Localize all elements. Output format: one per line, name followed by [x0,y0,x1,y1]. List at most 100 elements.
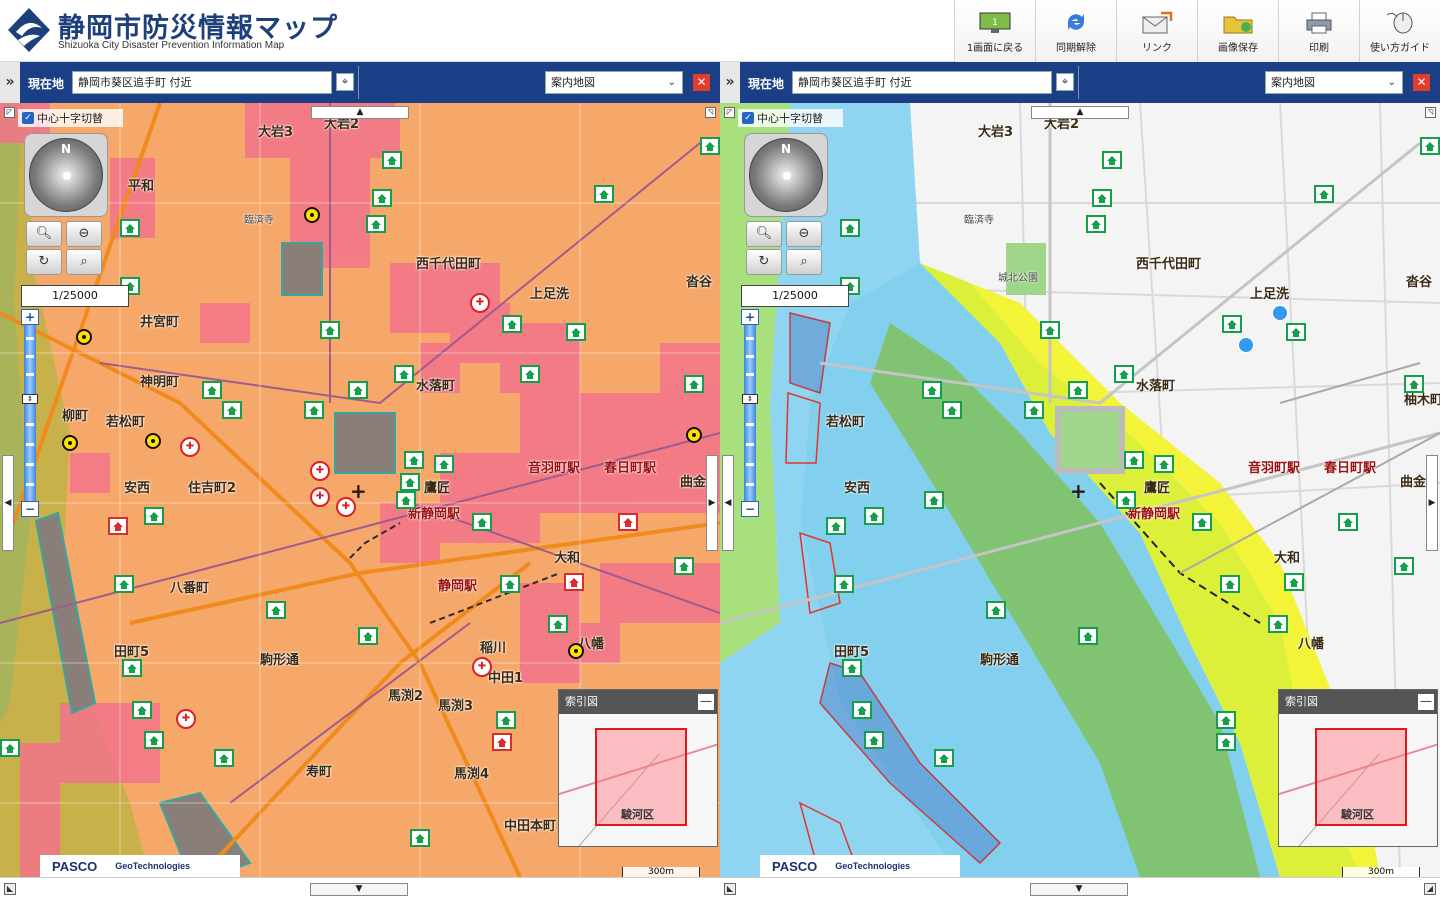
shelter-icon[interactable] [1024,401,1044,419]
sync-release-button[interactable]: 同期解除 [1035,0,1116,62]
shelter-icon[interactable] [382,151,402,169]
crosshair-toggle[interactable]: ✓ 中心十字切替 [18,109,123,127]
shelter-icon[interactable] [840,219,860,237]
index-map-panel[interactable]: 索引図 — 駿河区 [558,689,718,847]
shelter-icon[interactable] [1268,615,1288,633]
link-button[interactable]: リンク [1116,0,1197,62]
shelter-icon[interactable] [266,601,286,619]
index-map-body[interactable]: 駿河区 [559,714,717,846]
shelter-icon[interactable] [500,575,520,593]
shelter-icon[interactable] [684,375,704,393]
shelter-icon[interactable] [826,517,846,535]
corner-resize-icon[interactable]: ◢ [1424,883,1436,895]
shelter-icon[interactable] [1086,215,1106,233]
shelter-icon[interactable] [1222,315,1242,333]
close-pane-button[interactable]: ✕ [693,74,710,91]
left-panel-toggle[interactable]: » [0,62,20,103]
print-button[interactable]: 印刷 [1278,0,1359,62]
shelter-icon[interactable] [1068,381,1088,399]
shelter-icon[interactable] [594,185,614,203]
zoom-area-button[interactable]: ⌕ [786,249,822,275]
location-field[interactable]: 静岡市葵区追手町 付近 [72,71,332,94]
shelter-icon[interactable] [1404,375,1424,393]
shelter-icon[interactable] [1124,451,1144,469]
shelter-icon[interactable] [934,749,954,767]
left-map-canvas[interactable]: 大岩3 大岩2 平和 臨済寺 西千代田町 上足洗 井宮町 神明町 柳町 若松町 … [0,103,720,877]
shelter-icon[interactable] [674,557,694,575]
zoom-tick[interactable] [746,463,754,466]
medical-icon[interactable]: ✚ [180,437,200,457]
shelter-icon[interactable] [394,365,414,383]
crosshair-toggle[interactable]: ✓ 中心十字切替 [738,109,843,127]
shelter-icon[interactable] [842,659,862,677]
shelter-icon[interactable] [1092,189,1112,207]
compass-center-icon[interactable] [783,172,791,180]
water-supply-icon[interactable] [304,207,320,223]
shelter-icon[interactable] [0,739,20,757]
shelter-icon[interactable] [700,137,720,155]
compass-control[interactable]: N [744,133,828,217]
zoom-tick[interactable] [26,373,34,376]
right-panel-toggle[interactable]: » [720,62,740,103]
medical-icon[interactable]: ✚ [310,461,330,481]
shelter-icon[interactable] [120,219,140,237]
location-field[interactable]: 静岡市葵区追手町 付近 [792,71,1052,94]
shelter-icon[interactable] [1216,711,1236,729]
medical-icon[interactable]: ✚ [470,293,490,313]
water-supply-icon[interactable] [686,427,702,443]
zoom-in-button[interactable]: 🔍︎ [26,221,62,247]
shelter-icon[interactable] [618,513,638,531]
zoom-tick[interactable] [26,483,34,486]
zoom-tick[interactable] [746,483,754,486]
corner-resize-icon[interactable]: ◹ [1425,107,1436,118]
single-screen-button[interactable]: 1 1画面に戻る [954,0,1035,62]
shelter-icon[interactable] [502,315,522,333]
zoom-tick[interactable] [26,337,34,340]
shelter-icon[interactable] [396,491,416,509]
pan-down-button[interactable]: ▼ [310,883,408,896]
shelter-icon[interactable] [1102,151,1122,169]
minimize-button[interactable]: — [698,694,714,710]
reset-rotation-button[interactable]: ↻ [746,249,782,275]
water-supply-icon[interactable] [145,433,161,449]
shelter-icon[interactable] [1040,321,1060,339]
medical-icon[interactable]: ✚ [310,487,330,507]
pan-right-button[interactable]: ▶ [1426,455,1438,551]
shelter-icon[interactable] [1338,513,1358,531]
zoom-out-button[interactable]: ⊖ [786,221,822,247]
minimize-button[interactable]: — [1418,694,1434,710]
shelter-icon[interactable] [472,513,492,531]
zoom-out-button[interactable]: ⊖ [66,221,102,247]
zoom-tick[interactable] [746,423,754,426]
shelter-icon[interactable] [366,215,386,233]
shelter-icon[interactable] [834,575,854,593]
shelter-icon[interactable] [942,401,962,419]
shelter-icon[interactable] [986,601,1006,619]
pan-right-button[interactable]: ▶ [706,455,718,551]
shelter-icon[interactable] [1078,627,1098,645]
shelter-icon[interactable] [410,829,430,847]
shelter-icon[interactable] [864,731,884,749]
zoom-slider[interactable]: + ⇕ − [21,309,39,517]
shelter-icon[interactable] [922,381,942,399]
index-map-panel[interactable]: 索引図 — 駿河区 [1278,689,1438,847]
pan-left-button[interactable]: ◀ [722,455,734,551]
water-supply-icon[interactable] [568,643,584,659]
locate-center-button[interactable]: ⌖ [1056,73,1074,91]
shelter-icon[interactable] [222,401,242,419]
corner-resize-icon[interactable]: ◣ [4,883,16,895]
zoom-tick[interactable] [26,463,34,466]
zoom-knob[interactable]: ⇕ [22,394,38,404]
medical-icon[interactable]: ✚ [176,709,196,729]
corner-resize-icon[interactable]: ◸ [4,107,15,118]
shelter-icon[interactable] [1154,455,1174,473]
medical-icon[interactable]: ✚ [472,657,492,677]
zoom-in-button[interactable]: 🔍︎ [746,221,782,247]
water-point-icon[interactable] [1272,305,1288,321]
shelter-icon[interactable] [1420,137,1440,155]
shelter-icon[interactable] [1114,365,1134,383]
shelter-icon[interactable] [864,507,884,525]
zoom-tick[interactable] [26,355,34,358]
corner-resize-icon[interactable]: ◣ [724,883,736,895]
corner-resize-icon[interactable]: ◹ [705,107,716,118]
